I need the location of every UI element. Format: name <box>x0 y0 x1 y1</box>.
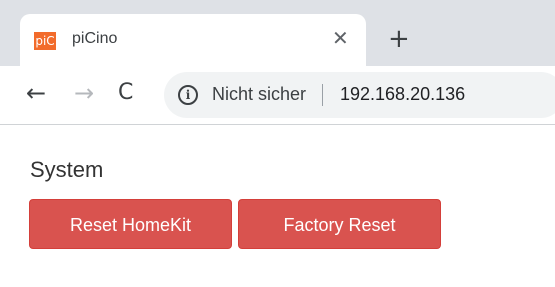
address-bar[interactable]: i Nicht sicher 192.168.20.136 <box>164 72 555 118</box>
browser-toolbar: ← → C i Nicht sicher 192.168.20.136 <box>0 66 555 125</box>
favicon-icon: piC <box>34 32 56 50</box>
section-title: System <box>30 157 104 182</box>
info-icon[interactable]: i <box>178 85 198 105</box>
security-status[interactable]: Nicht sicher <box>212 84 306 105</box>
factory-reset-button[interactable]: Factory Reset <box>238 199 441 249</box>
new-tab-icon[interactable]: + <box>388 26 410 52</box>
url-text[interactable]: 192.168.20.136 <box>340 84 465 105</box>
tab-strip: piC piCino ✕ + <box>0 0 555 66</box>
back-arrow-icon[interactable]: ← <box>26 80 46 106</box>
browser-tab[interactable]: piC piCino ✕ <box>20 14 366 66</box>
reload-icon[interactable]: C <box>118 80 133 106</box>
close-tab-icon[interactable]: ✕ <box>332 28 349 48</box>
reset-homekit-button[interactable]: Reset HomeKit <box>29 199 232 249</box>
forward-arrow-icon[interactable]: → <box>74 80 94 106</box>
tab-title: piCino <box>72 30 118 47</box>
address-divider <box>322 84 323 106</box>
